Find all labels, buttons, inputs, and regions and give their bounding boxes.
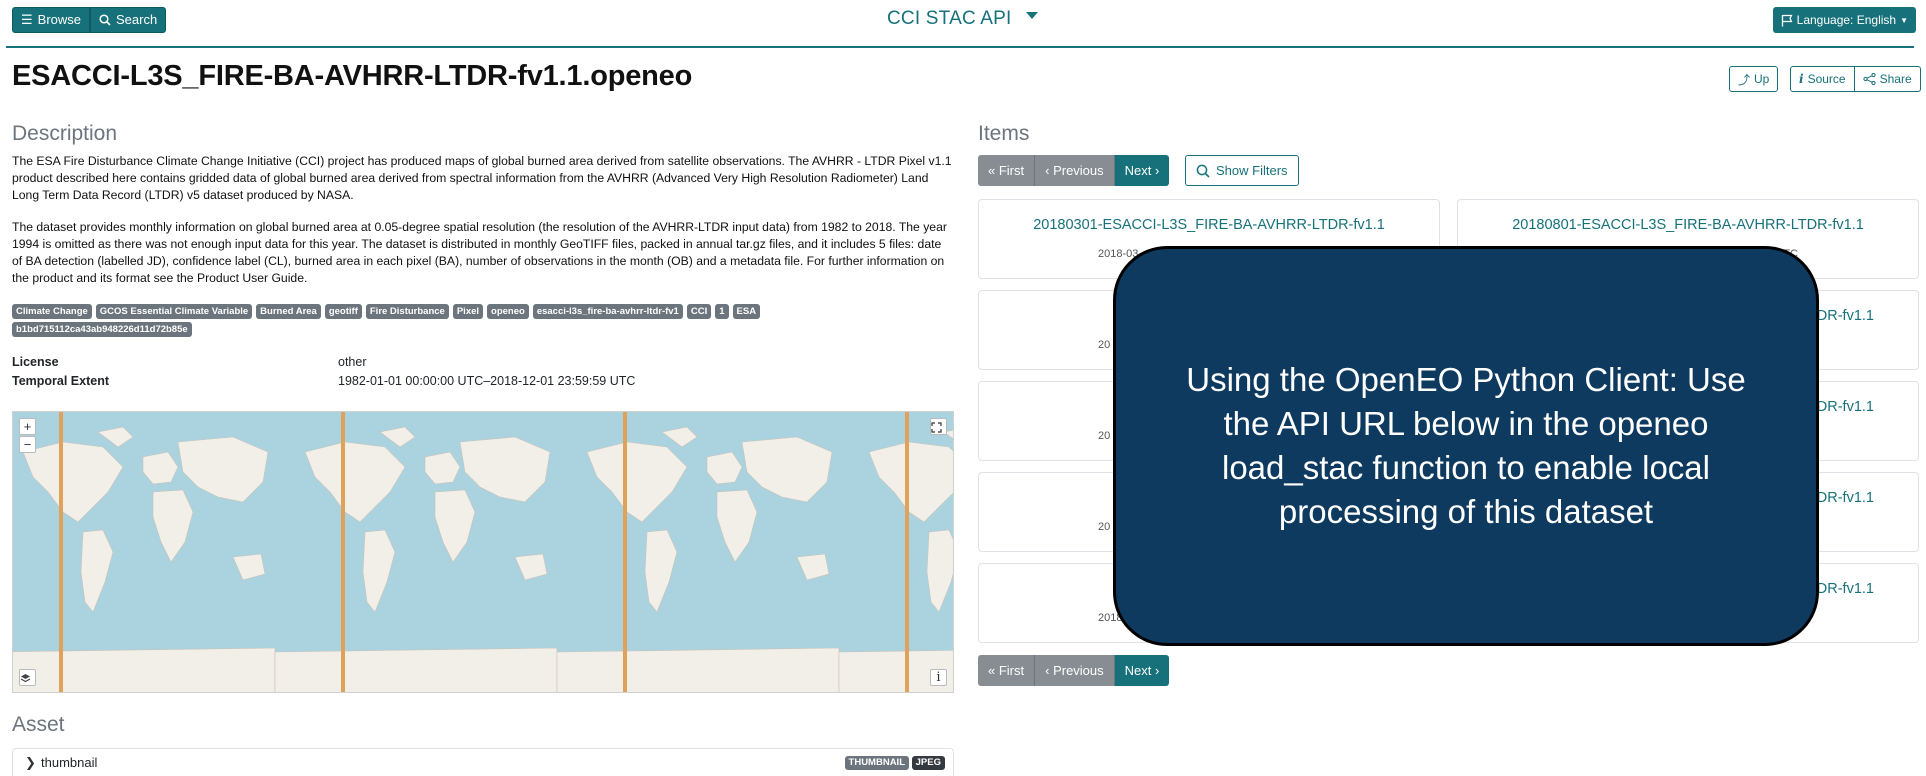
layers-button[interactable] (19, 669, 36, 686)
keyword-badge: esacci-l3s_fire-ba-avhrr-ltdr-fv1 (532, 304, 683, 319)
keyword-badge: ESA (732, 304, 761, 319)
overlay-message: Using the OpenEO Python Client: Use the … (1186, 361, 1746, 530)
menu-icon: ☰ (21, 12, 33, 27)
previous-page-button[interactable]: ‹ Previous (1035, 655, 1115, 686)
info-icon: i (1799, 72, 1804, 86)
up-button[interactable]: ⤴ Up (1729, 66, 1779, 92)
flag-icon (1781, 14, 1793, 26)
next-page-button[interactable]: Next › (1114, 655, 1170, 686)
asset-heading: Asset (12, 713, 65, 736)
next-page-button[interactable]: Next › (1114, 155, 1170, 186)
keyword-badge: 1 (715, 304, 729, 319)
temporal-extent-label: Temporal Extent (12, 374, 110, 388)
fullscreen-button[interactable] (930, 418, 947, 435)
license-value: other (338, 355, 367, 369)
search-icon (1196, 164, 1210, 178)
chevron-down-icon[interactable] (1026, 12, 1038, 19)
asset-type-badge: JPEG (911, 756, 945, 770)
share-label: Share (1879, 72, 1912, 86)
extent-map[interactable]: + − i (12, 411, 954, 693)
keyword-badge: Pixel (452, 304, 484, 319)
layers-icon (20, 674, 31, 683)
items-heading: Items (978, 122, 1030, 145)
top-navbar: ☰ Browse Search CCI STAC API Language: E… (0, 0, 1926, 48)
keyword-badge: GCOS Essential Climate Variable (95, 304, 253, 319)
temporal-extent-boundary (905, 412, 909, 692)
map-canvas[interactable] (13, 412, 954, 693)
zoom-in-button[interactable]: + (19, 418, 36, 435)
share-icon (1862, 73, 1876, 85)
world-map-copy (838, 429, 953, 692)
attribution-button[interactable]: i (930, 669, 947, 686)
keyword-badge: openeo (487, 304, 529, 319)
page-title: ESACCI-L3S_FIRE-BA-AVHRR-LTDR-fv1.1.open… (12, 60, 693, 92)
description-paragraph-2: The dataset provides monthly information… (12, 220, 947, 285)
license-label: License (12, 355, 59, 369)
up-button-group: ⤴ Up (1729, 66, 1779, 92)
search-icon (99, 14, 111, 26)
previous-page-button[interactable]: ‹ Previous (1035, 155, 1115, 186)
source-button[interactable]: i Source (1790, 66, 1855, 92)
nav-button-group: ☰ Browse Search (12, 7, 167, 33)
keyword-badge: Burned Area (256, 304, 321, 319)
navbar-divider (6, 46, 1914, 48)
keyword-badge: geotiff (324, 304, 362, 319)
share-button[interactable]: Share (1854, 66, 1921, 92)
keyword-badge: Fire Disturbance (365, 304, 449, 319)
up-label: Up (1754, 72, 1770, 86)
openeo-info-overlay: Using the OpenEO Python Client: Use the … (1113, 246, 1819, 646)
zoom-out-button[interactable]: − (19, 436, 36, 453)
show-filters-label: Show Filters (1216, 163, 1288, 178)
items-pagination-top: « First ‹ Previous Next › (978, 155, 1170, 186)
keyword-badge: Climate Change (12, 304, 92, 319)
language-label: Language: English (1796, 13, 1897, 27)
source-share-group: i Source Share (1790, 66, 1921, 92)
temporal-extent-boundary (623, 412, 627, 692)
language-dropdown[interactable]: Language: English ▼ (1772, 7, 1916, 33)
item-title-link[interactable]: 20180301-ESACCI-L3S_FIRE-BA-AVHRR-LTDR-f… (979, 217, 1439, 233)
fullscreen-icon (931, 422, 942, 433)
temporal-extent-boundary (341, 412, 345, 692)
temporal-extent-boundary (59, 412, 63, 692)
world-map-copy (556, 426, 840, 692)
asset-name: thumbnail (41, 755, 98, 770)
item-title-link[interactable]: 20180801-ESACCI-L3S_FIRE-BA-AVHRR-LTDR-f… (1458, 217, 1918, 233)
search-button[interactable]: Search (90, 7, 167, 33)
asset-role-badge: THUMBNAIL (844, 756, 909, 770)
chevron-right-icon[interactable]: ❯ (25, 755, 36, 771)
show-filters-button[interactable]: Show Filters (1185, 155, 1299, 186)
keyword-badge: CCI (686, 304, 712, 319)
caret-down-icon: ▼ (1900, 15, 1908, 25)
description-heading: Description (12, 122, 118, 145)
keyword-badge: b1bd715112ca43ab948226d11d72b85e (12, 322, 192, 337)
asset-thumbnail-row[interactable]: ❯ thumbnail THUMBNAIL JPEG (12, 748, 954, 776)
description-paragraph-1: The ESA Fire Disturbance Climate Change … (12, 154, 952, 202)
source-label: Source (1807, 72, 1846, 86)
brand-title[interactable]: CCI STAC API (887, 8, 1012, 30)
world-map-copy (274, 426, 558, 692)
arrow-up-left-icon: ⤴ (1738, 72, 1751, 87)
browse-button[interactable]: ☰ Browse (12, 7, 91, 33)
search-label: Search (116, 12, 158, 27)
temporal-extent-value: 1982-01-01 00:00:00 UTC–2018-12-01 23:59… (338, 374, 636, 388)
first-page-button[interactable]: « First (978, 155, 1036, 186)
keyword-list: Climate Change GCOS Essential Climate Var… (12, 304, 812, 337)
world-map-copy (13, 426, 276, 692)
browse-label: Browse (37, 12, 82, 27)
items-pagination-bottom: « First ‹ Previous Next › (978, 655, 1170, 686)
first-page-button[interactable]: « First (978, 655, 1036, 686)
